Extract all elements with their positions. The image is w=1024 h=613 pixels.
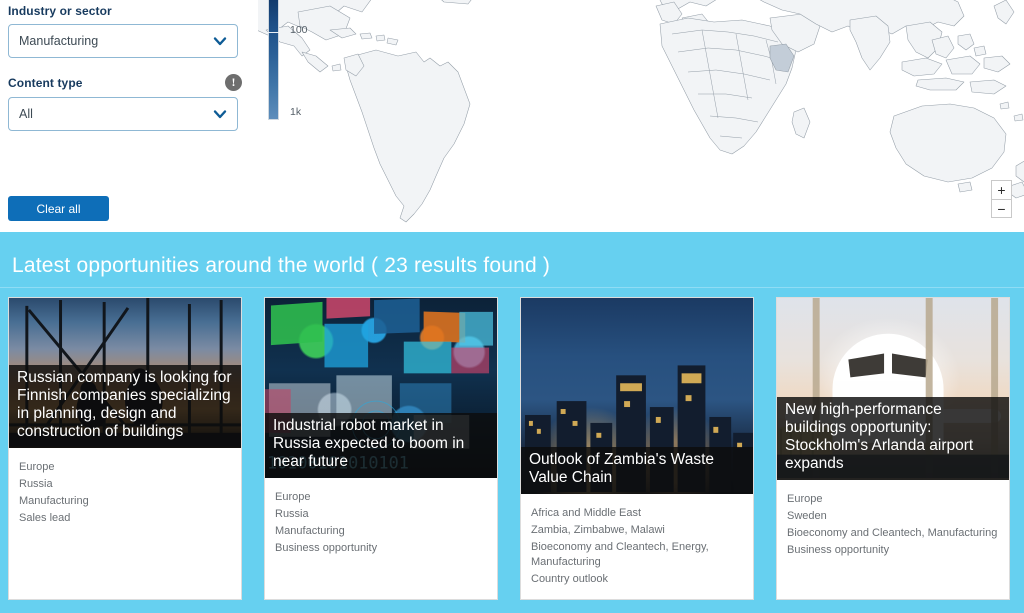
- card-title: Russian company is looking for Finnish c…: [9, 365, 241, 448]
- card-title: Outlook of Zambia's Waste Value Chain: [521, 447, 753, 494]
- card-sector: Bioeconomy and Cleantech, Energy, Manufa…: [531, 541, 709, 568]
- card-type: Business opportunity: [275, 542, 378, 554]
- industry-filter-label: Industry or sector: [8, 4, 112, 18]
- card-sector: Bioeconomy and Cleantech, Manufacturing: [787, 527, 998, 539]
- content-type-filter-label: Content type: [8, 75, 83, 90]
- card-region: Europe: [19, 461, 55, 473]
- card-type: Sales lead: [19, 512, 71, 524]
- chevron-down-icon: [213, 107, 227, 121]
- card-region: Africa and Middle East: [531, 507, 642, 519]
- card-country: Sweden: [787, 510, 827, 522]
- result-card[interactable]: Outlook of Zambia's Waste Value Chain Af…: [520, 297, 754, 600]
- card-image: Outlook of Zambia's Waste Value Chain: [521, 298, 753, 494]
- content-type-select-value: All: [19, 107, 33, 121]
- card-metadata: Europe Russia Manufacturing Sales lead: [9, 448, 241, 599]
- legend-label-top: 100: [290, 24, 308, 36]
- legend-tick: [268, 32, 279, 33]
- chevron-down-icon: [213, 34, 227, 48]
- card-sector: Manufacturing: [275, 525, 345, 537]
- legend-label-bottom: 1k: [290, 106, 302, 118]
- clear-all-button[interactable]: Clear all: [8, 196, 109, 221]
- card-region: Europe: [275, 491, 311, 503]
- card-title: New high-performance buildings opportuni…: [777, 397, 1009, 480]
- card-country: Russia: [275, 508, 309, 520]
- card-metadata: Europe Russia Manufacturing Business opp…: [265, 478, 497, 599]
- result-card[interactable]: 10100101010101 Industrial robot market i…: [264, 297, 498, 600]
- industry-select-value: Manufacturing: [19, 34, 99, 48]
- content-type-select[interactable]: All: [8, 97, 238, 131]
- results-card-grid: Russian company is looking for Finnish c…: [0, 297, 1024, 600]
- card-image: New high-performance buildings opportuni…: [777, 298, 1009, 480]
- legend-gradient-bar: [268, 0, 279, 120]
- world-map[interactable]: + −: [258, 0, 1024, 232]
- results-divider: [0, 287, 1024, 288]
- card-title: Industrial robot market in Russia expect…: [265, 413, 497, 478]
- result-card[interactable]: Russian company is looking for Finnish c…: [8, 297, 242, 600]
- card-country: Zambia, Zimbabwe, Malawi: [531, 524, 665, 536]
- industry-select[interactable]: Manufacturing: [8, 24, 238, 58]
- map-and-filters-section: Industry or sector Manufacturing Content…: [0, 0, 1024, 232]
- results-heading: Latest opportunities around the world ( …: [12, 254, 551, 277]
- content-type-label-row: Content type !: [8, 74, 242, 91]
- card-region: Europe: [787, 493, 823, 505]
- card-image: Russian company is looking for Finnish c…: [9, 298, 241, 448]
- card-type: Country outlook: [531, 573, 609, 585]
- map-zoom-controls[interactable]: + −: [991, 180, 1012, 218]
- filter-panel: Industry or sector Manufacturing Content…: [0, 0, 258, 232]
- world-map-svg: [258, 0, 1024, 223]
- card-metadata: Africa and Middle East Zambia, Zimbabwe,…: [521, 494, 753, 599]
- card-image: 10100101010101 Industrial robot market i…: [265, 298, 497, 478]
- card-sector: Manufacturing: [19, 495, 89, 507]
- card-country: Russia: [19, 478, 53, 490]
- info-exclamation-icon[interactable]: !: [225, 74, 242, 91]
- map-legend: 100 1k: [268, 0, 328, 128]
- results-section: Latest opportunities around the world ( …: [0, 232, 1024, 613]
- zoom-in-button[interactable]: +: [992, 181, 1011, 199]
- card-metadata: Europe Sweden Bioeconomy and Cleantech, …: [777, 480, 1009, 599]
- zoom-out-button[interactable]: −: [992, 199, 1011, 217]
- opportunities-search-page: Industry or sector Manufacturing Content…: [0, 0, 1024, 613]
- card-type: Business opportunity: [787, 544, 890, 556]
- result-card[interactable]: New high-performance buildings opportuni…: [776, 297, 1010, 600]
